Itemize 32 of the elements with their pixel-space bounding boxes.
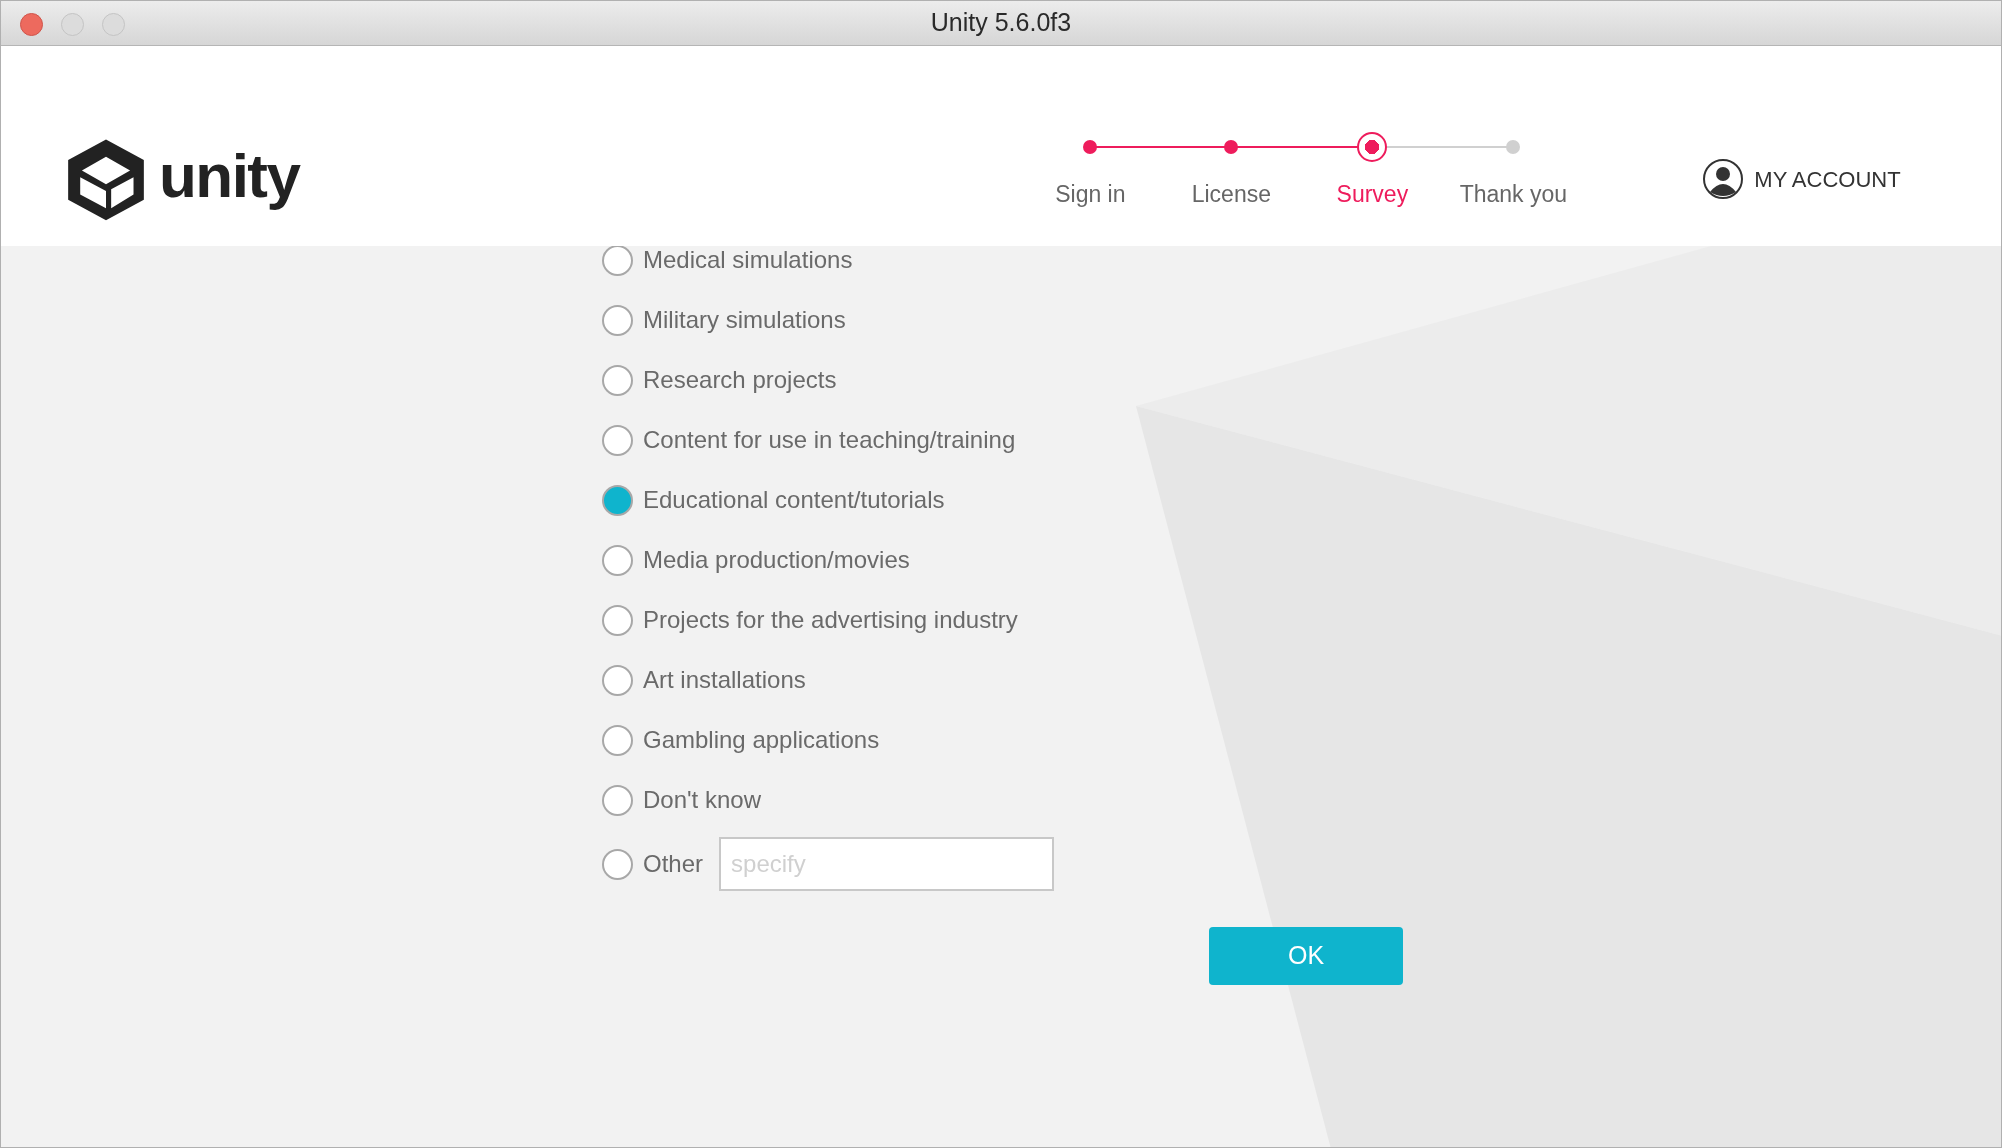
option-label: Other: [643, 849, 704, 879]
radio-button[interactable]: [602, 424, 633, 456]
option-label: Projects for the advertising industry: [643, 605, 1018, 635]
radio-button[interactable]: [602, 848, 633, 880]
minimize-button[interactable]: [61, 13, 84, 36]
step-label: License: [1191, 180, 1271, 209]
radio-button[interactable]: [602, 364, 633, 396]
radio-button[interactable]: [602, 544, 633, 576]
step-label: Sign in: [1055, 180, 1126, 209]
option-label: Don't know: [643, 785, 761, 815]
radio-button[interactable]: [602, 484, 633, 516]
option-label: Art installations: [643, 665, 806, 695]
radio-button[interactable]: [602, 664, 633, 696]
option-label: Media production/movies: [643, 545, 910, 575]
step-label: Thank you: [1459, 180, 1568, 209]
my-account-link[interactable]: MY ACCOUNT: [1702, 158, 1901, 200]
radio-button[interactable]: [602, 244, 633, 276]
user-avatar-icon: [1702, 158, 1745, 200]
radio-button[interactable]: [602, 304, 633, 336]
option-label: Research projects: [643, 365, 837, 395]
radio-button[interactable]: [602, 784, 633, 816]
radio-button[interactable]: [602, 604, 633, 636]
option-label: Educational content/tutorials: [643, 485, 945, 515]
option-label: Medical simulations: [643, 245, 853, 275]
zoom-button[interactable]: [102, 13, 125, 36]
option-label: Gambling applications: [643, 725, 880, 755]
option-label: Content for use in teaching/training: [643, 425, 1016, 455]
window-title: Unity 5.6.0f3: [930, 7, 1072, 39]
close-button[interactable]: [20, 13, 43, 36]
step-label: Survey: [1336, 180, 1409, 209]
radio-button[interactable]: [602, 724, 633, 756]
option-label: Military simulations: [643, 305, 846, 335]
